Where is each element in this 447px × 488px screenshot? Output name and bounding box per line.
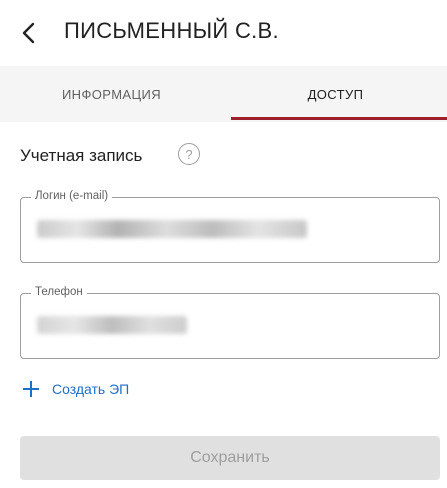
phone-field[interactable]: Телефон: [20, 286, 440, 359]
login-field-label: Логин (e-mail): [31, 190, 113, 202]
phone-field-value-redacted: [37, 316, 187, 334]
save-button[interactable]: Сохранить: [20, 436, 440, 480]
page-title: ПИСЬМЕННЫЙ С.В.: [64, 18, 279, 43]
plus-icon: [22, 380, 40, 398]
chevron-left-icon[interactable]: [16, 17, 44, 49]
app-header: ПИСЬМЕННЫЙ С.В.: [0, 0, 447, 66]
tab-bar: ИНФОРМАЦИЯ ДОСТУП: [0, 66, 447, 122]
tab-access[interactable]: ДОСТУП: [224, 66, 447, 122]
login-email-field[interactable]: Логин (e-mail): [20, 190, 440, 263]
active-tab-indicator: [231, 117, 447, 120]
phone-field-label: Телефон: [31, 286, 87, 298]
create-signature-button[interactable]: Создать ЭП: [22, 380, 129, 398]
create-signature-label: Создать ЭП: [52, 381, 130, 397]
login-field-value-redacted: [37, 220, 307, 238]
tab-information[interactable]: ИНФОРМАЦИЯ: [0, 66, 223, 122]
help-icon[interactable]: ?: [178, 143, 200, 165]
account-section-title: Учетная запись: [20, 146, 143, 165]
